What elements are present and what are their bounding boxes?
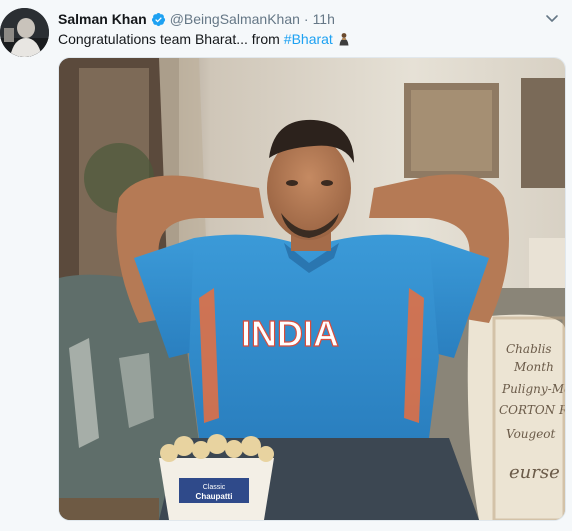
svg-text:Month: Month [513, 360, 554, 374]
svg-text:Puligny-Mo: Puligny-Mo [501, 382, 565, 396]
author-name[interactable]: Salman Khan [58, 11, 147, 27]
svg-text:Vougeot: Vougeot [506, 427, 556, 441]
chevron-down-icon[interactable] [544, 10, 560, 26]
svg-text:CORTON REN: CORTON REN [499, 403, 565, 417]
tweet-timestamp[interactable]: 11h [313, 11, 335, 27]
jersey-text: INDIA [241, 313, 339, 354]
svg-text:eurse: eurse [509, 462, 560, 483]
svg-text:Chaupatti: Chaupatti [196, 492, 233, 501]
person-emoji-icon [337, 32, 351, 46]
author-handle[interactable]: @BeingSalmanKhan [170, 11, 300, 27]
tweet-media-image[interactable]: Chablis Month Puligny-Mo CORTON REN Voug… [58, 57, 566, 521]
svg-text:Classic: Classic [203, 484, 226, 491]
tweet-text: Congratulations team Bharat... from #Bha… [58, 30, 351, 48]
hashtag-link[interactable]: #Bharat [284, 30, 333, 48]
separator-dot: · [303, 11, 309, 27]
tweet-body-text: Congratulations team Bharat... from [58, 31, 280, 47]
author-avatar[interactable] [0, 8, 49, 57]
svg-text:Chablis: Chablis [506, 342, 552, 356]
verified-badge-icon [151, 12, 166, 27]
tweet-header: Salman Khan @BeingSalmanKhan · 11h [58, 9, 532, 29]
